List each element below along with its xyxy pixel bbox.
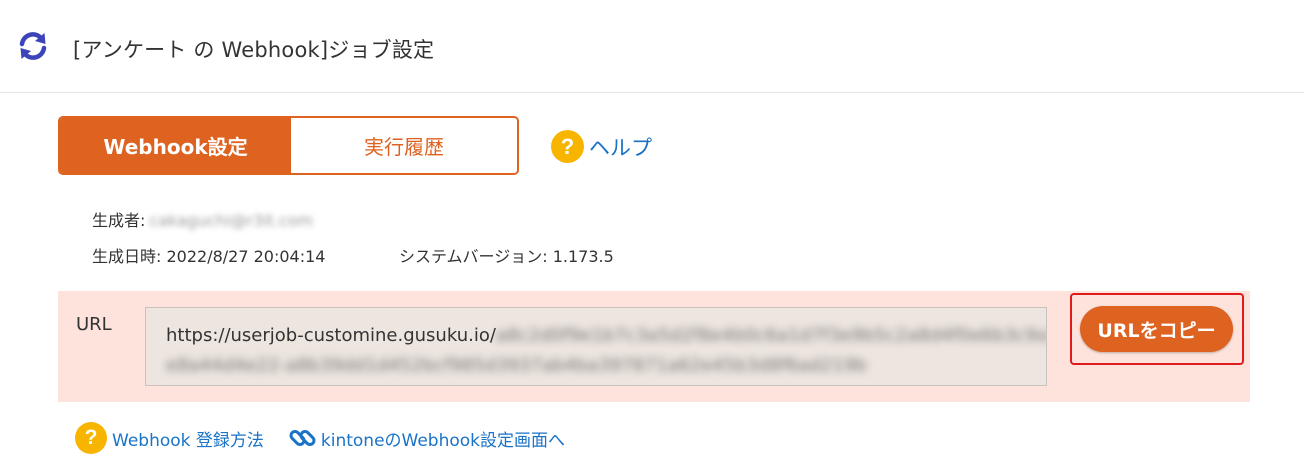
- url-label: URL: [76, 314, 112, 335]
- version-row: システムバージョン: 1.173.5: [399, 243, 614, 267]
- created-at-value: 2022/8/27 20:04:14: [166, 247, 326, 266]
- tab-execution-history[interactable]: 実行履歴: [291, 118, 517, 173]
- help-question-icon: ?: [75, 422, 107, 454]
- created-at-label: 生成日時:: [92, 247, 162, 266]
- page-title: [アンケート の Webhook]ジョブ設定: [73, 38, 435, 62]
- url-panel: URL https://userjob-customine.gusuku.io/…: [58, 291, 1250, 402]
- help-link[interactable]: ? ヘルプ: [551, 130, 652, 163]
- url-hidden-part-2: e8a44d4e22-a8b39dd1d452bcf985d3937ab4ba3…: [166, 355, 867, 376]
- refresh-icon[interactable]: [17, 30, 49, 62]
- created-at-row: 生成日時: 2022/8/27 20:04:14: [92, 243, 325, 267]
- kintone-webhook-settings-link[interactable]: kintoneのWebhook設定画面へ: [321, 426, 565, 451]
- tab-webhook-settings[interactable]: Webhook設定: [60, 118, 291, 173]
- bottom-links: ? Webhook 登録方法 kintoneのWebhook設定画面へ: [75, 422, 565, 454]
- copy-url-button[interactable]: URLをコピー: [1080, 306, 1233, 352]
- version-value: 1.173.5: [552, 247, 614, 266]
- creator-label: 生成者:: [92, 211, 146, 230]
- creator-row: 生成者: cakaguchi@r3it.com: [92, 207, 313, 231]
- help-label: ヘルプ: [589, 135, 652, 160]
- help-question-icon: ?: [551, 130, 584, 163]
- webhook-url-field[interactable]: https://userjob-customine.gusuku.io/a8c2…: [145, 307, 1047, 386]
- creator-value: cakaguchi@r3it.com: [149, 211, 314, 230]
- page-header: [アンケート の Webhook]ジョブ設定: [0, 0, 1304, 93]
- webhook-registration-link[interactable]: Webhook 登録方法: [112, 426, 264, 451]
- url-hidden-part-1: a8c2d0f9e1b7c3a5d2f8e4b0c6a1d7f3e9b5c2a8…: [495, 325, 1047, 346]
- link-chain-icon: [289, 430, 316, 446]
- version-label: システムバージョン:: [399, 247, 548, 266]
- url-visible-text: https://userjob-customine.gusuku.io/: [166, 325, 496, 346]
- tab-bar: Webhook設定 実行履歴: [58, 116, 519, 175]
